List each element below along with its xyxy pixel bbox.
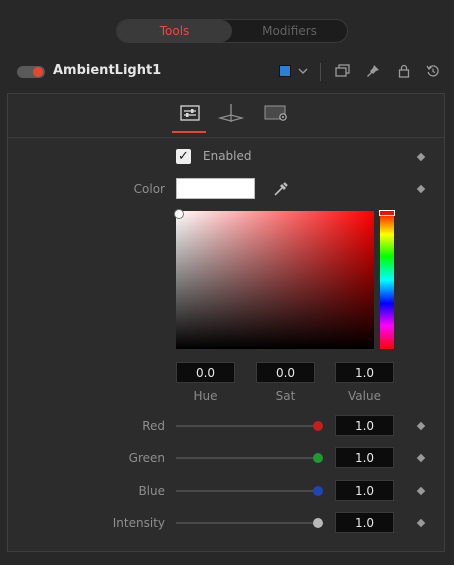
blue-slider[interactable]	[176, 490, 320, 492]
node-enable-toggle[interactable]	[17, 66, 45, 78]
active-subtab-underline	[172, 131, 206, 133]
pin-icon[interactable]	[364, 62, 382, 80]
intensity-slider[interactable]	[176, 522, 320, 524]
subtab-divider	[8, 137, 444, 138]
red-slider[interactable]	[176, 425, 320, 427]
enabled-checkbox[interactable]: ✓	[176, 149, 191, 164]
eyedropper-icon[interactable]	[271, 179, 291, 199]
color-label: Color	[133, 182, 165, 196]
green-input[interactable]: 1.0	[335, 447, 394, 468]
chevron-down-icon[interactable]	[294, 62, 312, 80]
reset-icon[interactable]	[424, 62, 442, 80]
hue-label: Hue	[193, 389, 218, 403]
blue-slider-knob[interactable]	[313, 486, 323, 496]
hue-slider-handle[interactable]	[379, 210, 395, 216]
red-slider-knob[interactable]	[313, 421, 323, 431]
sat-input[interactable]: 0.0	[256, 362, 315, 383]
lock-icon[interactable]	[395, 62, 413, 80]
node-color-swatch-icon[interactable]	[276, 62, 294, 80]
intensity-slider-knob[interactable]	[313, 518, 323, 528]
versions-icon[interactable]	[334, 62, 352, 80]
settings-tab-icon[interactable]	[262, 101, 290, 125]
blue-label: Blue	[138, 484, 165, 498]
tools-modifiers-tabbar: Tools Modifiers	[116, 19, 348, 43]
hue-slider[interactable]	[380, 211, 394, 349]
green-slider-knob[interactable]	[313, 453, 323, 463]
blue-input[interactable]: 1.0	[335, 480, 394, 501]
intensity-label: Intensity	[112, 516, 165, 530]
red-input[interactable]: 1.0	[335, 415, 394, 436]
header-divider	[320, 63, 321, 81]
node-name: AmbientLight1	[53, 63, 162, 78]
sv-picker-handle[interactable]	[174, 209, 184, 219]
intensity-input[interactable]: 1.0	[335, 512, 394, 533]
transform-tab-icon[interactable]	[217, 101, 245, 125]
toggle-dot	[33, 67, 43, 77]
hue-input[interactable]: 0.0	[176, 362, 235, 383]
sat-label: Sat	[275, 389, 296, 403]
value-input[interactable]: 1.0	[335, 362, 394, 383]
saturation-value-field[interactable]	[176, 211, 374, 349]
red-label: Red	[142, 419, 165, 433]
green-label: Green	[128, 451, 165, 465]
controls-tab-icon[interactable]	[176, 101, 204, 125]
tab-tools[interactable]: Tools	[117, 20, 232, 42]
color-swatch[interactable]	[176, 178, 255, 199]
enabled-label: Enabled	[203, 149, 252, 163]
tab-modifiers[interactable]: Modifiers	[232, 20, 347, 42]
value-label: Value	[348, 389, 381, 403]
green-slider[interactable]	[176, 457, 320, 459]
